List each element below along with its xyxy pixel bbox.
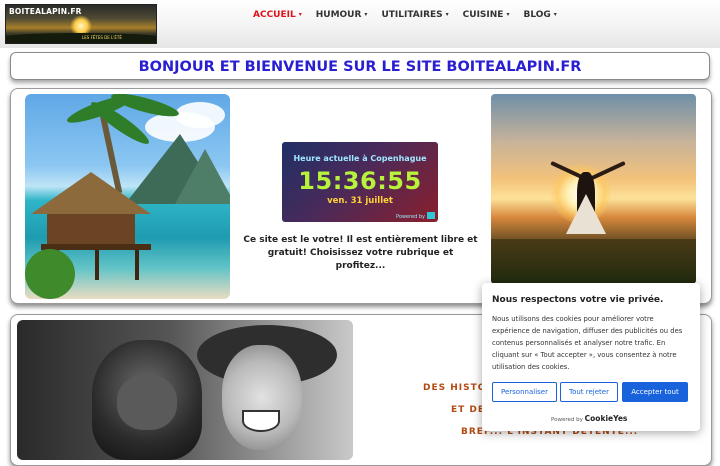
gorilla-woman-image — [17, 320, 353, 460]
clock-widget[interactable]: Heure actuelle à Copenhague 15:36:55 ven… — [282, 142, 438, 222]
chevron-down-icon: ▾ — [298, 11, 302, 18]
page-title: BONJOUR ET BIENVENUE SUR LE SITE BOITEAL… — [138, 59, 582, 75]
nav-item-humour[interactable]: HUMOUR ▾ — [316, 10, 368, 20]
nav-label: BLOG — [523, 10, 551, 20]
mountain-shape — [175, 149, 230, 204]
sunset-image — [491, 94, 696, 284]
widget-logo-icon — [427, 212, 435, 219]
welcome-text: Ce site est le votre! Il est entièrement… — [243, 235, 478, 271]
chevron-down-icon: ▾ — [445, 11, 449, 18]
hut-body — [47, 214, 135, 246]
girl-dress — [566, 194, 606, 234]
clock-time: 15:36:55 — [298, 167, 422, 195]
tropical-image — [25, 94, 230, 299]
cookie-consent-dialog: Nous respectons votre vie privée. Nous u… — [482, 283, 700, 431]
hut-roof — [31, 172, 151, 214]
main-nav: ACCUEIL ▾ HUMOUR ▾ UTILITAIRES ▾ CUISINE ▾ B… — [253, 10, 571, 20]
nav-item-blog[interactable]: BLOG ▾ — [523, 10, 556, 20]
intro-panel: Heure actuelle à Copenhague 15:36:55 ven… — [10, 88, 712, 304]
nav-item-cuisine[interactable]: CUISINE ▾ — [463, 10, 510, 20]
chevron-down-icon: ▾ — [553, 11, 557, 18]
logo-text: BOITEALAPIN.FR — [9, 7, 82, 16]
hut-stilt — [135, 250, 139, 280]
reject-all-button[interactable]: Tout rejeter — [560, 382, 618, 402]
chevron-down-icon: ▾ — [506, 11, 510, 18]
cookieyes-logo: CookieYes — [584, 414, 628, 423]
logo-tagline: LES FÊTES DE L'ÉTÉ — [82, 35, 122, 40]
site-logo[interactable]: BOITEALAPIN.FR LES FÊTES DE L'ÉTÉ — [5, 4, 157, 44]
nav-label: CUISINE — [462, 10, 504, 20]
clock-date: ven. 31 juillet — [327, 196, 393, 206]
nav-label: UTILITAIRES — [381, 10, 443, 20]
nav-label: HUMOUR — [315, 10, 362, 20]
nav-item-accueil[interactable]: ACCUEIL ▾ — [253, 10, 302, 20]
cookie-title: Nous respectons votre vie privée. — [492, 295, 664, 305]
story-line: ET DE — [451, 405, 486, 415]
accept-all-button[interactable]: Accepter tout — [622, 382, 688, 402]
nav-item-utilitaires[interactable]: UTILITAIRES ▾ — [381, 10, 448, 20]
powered-label: Powered by — [396, 214, 425, 220]
cookie-text: Nous utilisons des cookies pour améliore… — [492, 315, 683, 371]
customize-button[interactable]: Personnaliser — [492, 382, 557, 402]
logo-hill — [6, 33, 156, 43]
powered-label: Powered by — [551, 417, 583, 423]
clock-city: Heure actuelle à Copenhague — [293, 154, 427, 163]
site-header: BOITEALAPIN.FR LES FÊTES DE L'ÉTÉ ACCUEI… — [0, 0, 720, 48]
gorilla-face — [117, 375, 177, 430]
cloud-shape — [175, 102, 225, 128]
woman-mouth — [242, 410, 280, 432]
clock-powered-by[interactable]: Powered by — [396, 212, 435, 220]
chevron-down-icon: ▾ — [364, 11, 368, 18]
nav-label: ACCUEIL — [253, 10, 296, 20]
woman-head — [222, 345, 302, 450]
cookie-powered-by[interactable]: Powered by CookieYes — [551, 414, 627, 423]
bush-shape — [25, 249, 75, 299]
welcome-banner: BONJOUR ET BIENVENUE SUR LE SITE BOITEAL… — [10, 52, 710, 80]
story-line: DES HISTOI — [423, 383, 491, 393]
hut-stilt — [95, 250, 99, 280]
grass-field — [491, 239, 696, 284]
